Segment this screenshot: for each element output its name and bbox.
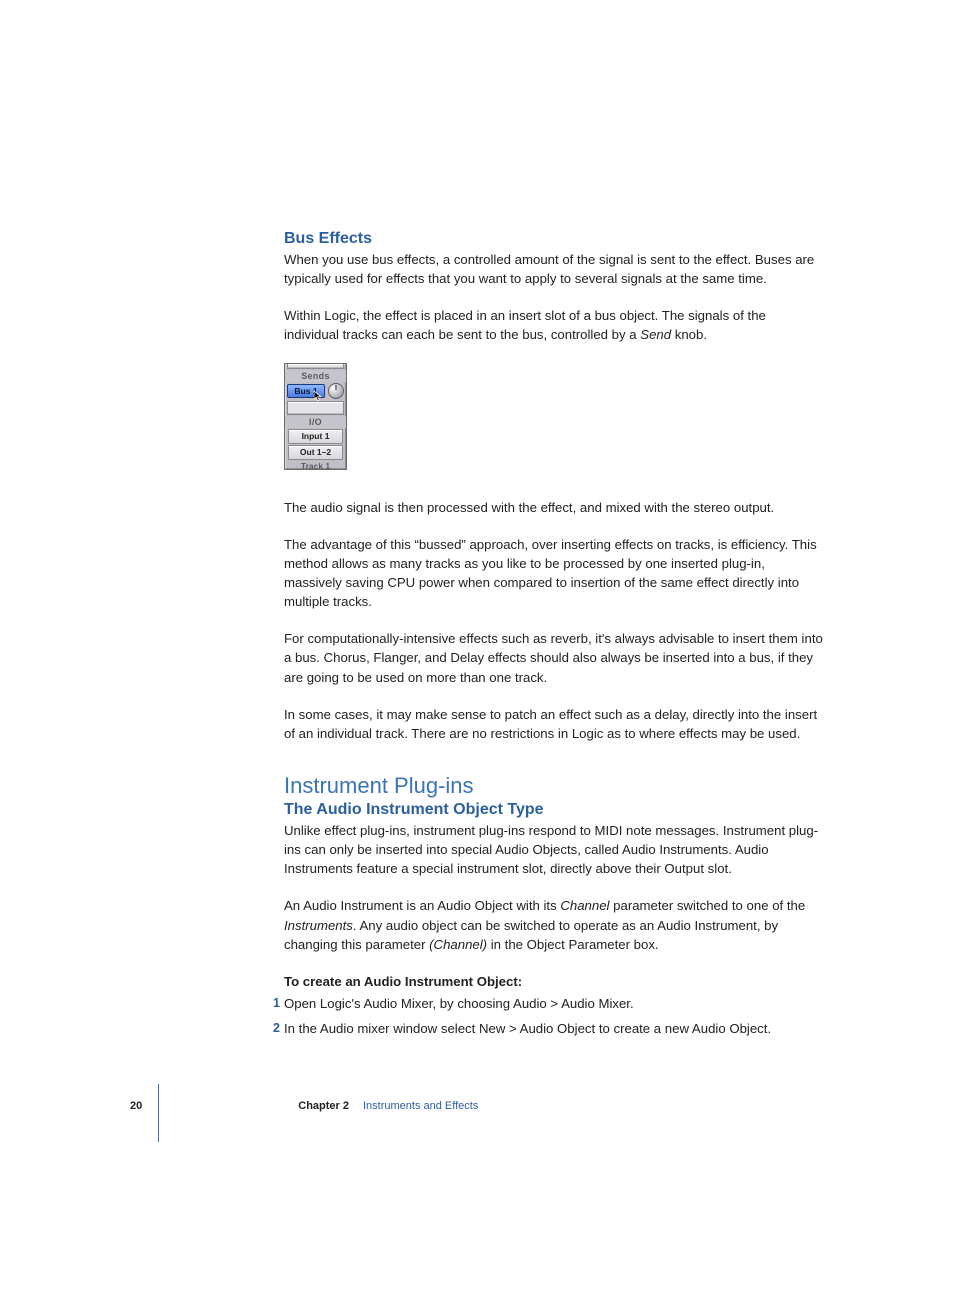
output-field[interactable]: Out 1–2 [288,445,343,460]
para: In some cases, it may make sense to patc… [284,705,824,743]
chapter-label: Chapter 2 [298,1100,349,1112]
page-content: Bus Effects When you use bus effects, a … [284,230,824,1043]
send-slot-empty [287,401,344,415]
em-channel-paren: (Channel) [429,937,487,952]
step-number: 1 [266,993,280,1013]
step-item: 1Open Logic's Audio Mixer, by choosing A… [284,993,824,1014]
io-label: I/O [285,416,346,428]
send-row: Bus 1 [285,382,346,400]
para: When you use bus effects, a controlled a… [284,250,824,288]
para: The audio signal is then processed with … [284,498,824,517]
page-footer: 20 Chapter 2 Instruments and Effects [130,1100,830,1112]
footer-rule [158,1084,159,1142]
bus-button-text: Bus 1 [294,386,317,396]
text: in the Object Parameter box. [487,937,659,952]
send-knob[interactable] [328,383,344,399]
text: An Audio Instrument is an Audio Object w… [284,898,560,913]
heading-audio-instrument-type: The Audio Instrument Object Type [284,801,824,819]
para: An Audio Instrument is an Audio Object w… [284,896,824,953]
para: The advantage of this “bussed” approach,… [284,535,824,612]
em-send: Send [640,327,671,342]
em-channel: Channel [560,898,609,913]
step-number: 2 [266,1018,280,1038]
track-label: Track 1 [285,461,346,469]
step-item: 2In the Audio mixer window select New > … [284,1018,824,1039]
channel-strip: Sends Bus 1 I/O Input 1 Out 1–2 Track 1 [284,363,347,470]
steps-list: 1Open Logic's Audio Mixer, by choosing A… [284,993,824,1039]
para: Unlike effect plug-ins, instrument plug-… [284,821,824,878]
page-number: 20 [130,1100,142,1112]
para: For computationally-intensive effects su… [284,629,824,686]
bus-button[interactable]: Bus 1 [287,384,325,398]
step-text: In the Audio mixer window select New > A… [284,1021,771,1036]
chapter-title: Instruments and Effects [363,1100,478,1112]
heading-instrument-plugins: Instrument Plug-ins [284,773,824,799]
steps-heading: To create an Audio Instrument Object: [284,972,824,991]
para: Within Logic, the effect is placed in an… [284,306,824,344]
input-field[interactable]: Input 1 [288,429,343,444]
insert-slot [287,364,344,369]
em-instruments: Instruments [284,918,353,933]
text: knob. [671,327,707,342]
sends-label: Sends [285,370,346,382]
text: parameter switched to one of the [609,898,805,913]
figure-channel-strip: Sends Bus 1 I/O Input 1 Out 1–2 Track 1 [284,363,824,470]
step-text: Open Logic's Audio Mixer, by choosing Au… [284,996,634,1011]
heading-bus-effects: Bus Effects [284,230,824,248]
